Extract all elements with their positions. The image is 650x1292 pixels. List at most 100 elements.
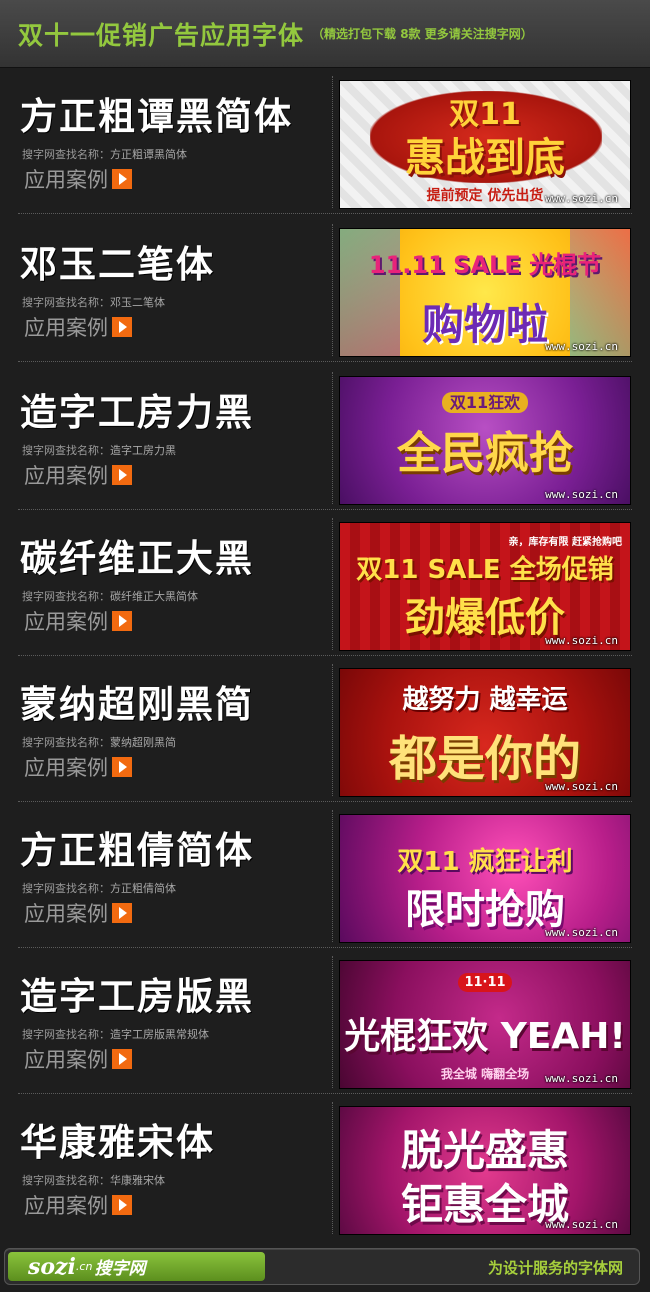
footer-slogan: 为设计服务的字体网 (487, 1259, 623, 1277)
search-name: 搜字网查找名称：蒙纳超刚黑简 (22, 734, 176, 750)
font-row: 造字工房力黑 搜字网查找名称：造字工房力黑 应用案例 双11狂欢 全民疯抢 ww… (0, 364, 650, 510)
case-label: 应用案例 (24, 316, 108, 340)
logo-main: sozi (28, 1253, 76, 1280)
banner-image[interactable]: 11·11 光棍狂欢 YEAH! 我全城 嗨翻全场 www.sozi.cn (339, 960, 631, 1089)
search-name-value: 蒙纳超刚黑简 (110, 736, 176, 749)
banner-note: 亲，库存有限 赶紧抢购吧 (508, 537, 622, 548)
search-name-label: 搜字网查找名称： (22, 1028, 110, 1041)
row-divider (18, 213, 632, 214)
search-name-label: 搜字网查找名称： (22, 296, 110, 309)
case-link[interactable]: 应用案例 (24, 460, 132, 490)
search-name: 搜字网查找名称：方正粗倩简体 (22, 880, 176, 896)
divider (332, 664, 333, 796)
search-name-label: 搜字网查找名称： (22, 882, 110, 895)
banner-image[interactable]: 脱光盛惠 钜惠全城 www.sozi.cn (339, 1106, 631, 1235)
case-label: 应用案例 (24, 1194, 108, 1218)
divider (332, 956, 333, 1088)
play-arrow-icon (112, 903, 132, 923)
search-name-label: 搜字网查找名称： (22, 736, 110, 749)
font-row: 碳纤维正大黑 搜字网查找名称：碳纤维正大黑简体 应用案例 亲，库存有限 赶紧抢购… (0, 510, 650, 656)
search-name-label: 搜字网查找名称： (22, 444, 110, 457)
divider (332, 76, 333, 208)
font-name: 蒙纳超刚黑简 (20, 682, 254, 726)
play-arrow-icon (112, 1195, 132, 1215)
banner-headline: 双11狂欢 (340, 389, 630, 413)
search-name-value: 华康雅宋体 (110, 1174, 165, 1187)
play-arrow-icon (112, 611, 132, 631)
footer: sozi .cn 搜字网 为设计服务的字体网 (4, 1248, 640, 1285)
banner-headline: 11.11 SALE 光棍节 (368, 251, 602, 279)
case-label: 应用案例 (24, 464, 108, 488)
search-name-label: 搜字网查找名称： (22, 1174, 110, 1187)
search-name: 搜字网查找名称：华康雅宋体 (22, 1172, 165, 1188)
search-name-value: 造字工房力黑 (110, 444, 176, 457)
case-link[interactable]: 应用案例 (24, 312, 132, 342)
case-link[interactable]: 应用案例 (24, 1044, 132, 1074)
case-link[interactable]: 应用案例 (24, 752, 132, 782)
font-name: 方正粗谭黑简体 (20, 94, 293, 138)
font-row: 华康雅宋体 搜字网查找名称：华康雅宋体 应用案例 脱光盛惠 钜惠全城 www.s… (0, 1094, 650, 1240)
page-title: 双十一促销广告应用字体 (18, 20, 305, 50)
watermark: www.sozi.cn (545, 1218, 618, 1231)
play-arrow-icon (112, 1049, 132, 1069)
case-link[interactable]: 应用案例 (24, 164, 132, 194)
play-arrow-icon (112, 757, 132, 777)
font-name: 方正粗倩简体 (20, 828, 254, 872)
font-name: 造字工房版黑 (20, 974, 254, 1018)
divider (332, 372, 333, 504)
search-name: 搜字网查找名称：邓玉二笔体 (22, 294, 165, 310)
search-name: 搜字网查找名称：方正粗谭黑简体 (22, 146, 187, 162)
page-subtitle: （精选打包下载 8款 更多请关注搜字网） (312, 27, 533, 41)
banner-image[interactable]: 亲，库存有限 赶紧抢购吧 双11 SALE 全场促销 劲爆低价 www.sozi… (339, 522, 631, 651)
watermark: www.sozi.cn (545, 634, 618, 647)
banner-title: 全民疯抢 (397, 428, 573, 479)
logo-name: 搜字网 (94, 1259, 146, 1279)
font-name: 造字工房力黑 (20, 390, 254, 434)
watermark: www.sozi.cn (545, 192, 618, 205)
case-link[interactable]: 应用案例 (24, 606, 132, 636)
font-name: 华康雅宋体 (20, 1120, 215, 1164)
search-name-label: 搜字网查找名称： (22, 590, 110, 603)
search-name-value: 方正粗倩简体 (110, 882, 176, 895)
case-link[interactable]: 应用案例 (24, 1190, 132, 1220)
banner-title: 都是你的 (388, 731, 581, 787)
case-label: 应用案例 (24, 902, 108, 926)
search-name: 搜字网查找名称：碳纤维正大黑简体 (22, 588, 198, 604)
case-label: 应用案例 (24, 756, 108, 780)
search-name: 搜字网查找名称：造字工房力黑 (22, 442, 176, 458)
banner-headline: 双11 疯狂让利 (397, 847, 573, 877)
banner-image[interactable]: 双11 惠战到底 提前预定 优先出货 www.sozi.cn (339, 80, 631, 209)
divider (332, 224, 333, 356)
divider (332, 810, 333, 942)
banner-image[interactable]: 双11 疯狂让利 限时抢购 www.sozi.cn (339, 814, 631, 943)
banner-title: 惠战到底 (405, 135, 565, 181)
search-name: 搜字网查找名称：造字工房版黑常规体 (22, 1026, 209, 1042)
font-row: 蒙纳超刚黑简 搜字网查找名称：蒙纳超刚黑简 应用案例 越努力 越幸运 都是你的 … (0, 656, 650, 802)
banner-headline: 越努力 越幸运 (402, 685, 568, 715)
search-name-value: 邓玉二笔体 (110, 296, 165, 309)
search-name-value: 方正粗谭黑简体 (110, 148, 187, 161)
watermark: www.sozi.cn (545, 488, 618, 501)
logo-domain: .cn (75, 1260, 93, 1273)
row-divider (18, 361, 632, 362)
banner-image[interactable]: 越努力 越幸运 都是你的 www.sozi.cn (339, 668, 631, 797)
play-arrow-icon (112, 465, 132, 485)
font-row: 方正粗倩简体 搜字网查找名称：方正粗倩简体 应用案例 双11 疯狂让利 限时抢购… (0, 802, 650, 948)
play-arrow-icon (112, 317, 132, 337)
search-name-label: 搜字网查找名称： (22, 148, 110, 161)
banner-title: 光棍狂欢 YEAH! (344, 1016, 626, 1057)
banner-image[interactable]: 11.11 SALE 光棍节 购物啦 www.sozi.cn (339, 228, 631, 357)
banner-headline: 脱光盛惠 (400, 1126, 569, 1175)
watermark: www.sozi.cn (545, 340, 618, 353)
site-logo[interactable]: sozi .cn 搜字网 (8, 1252, 265, 1281)
font-name: 碳纤维正大黑 (20, 536, 254, 580)
search-name-value: 碳纤维正大黑简体 (110, 590, 198, 603)
banner-headline: 双11 SALE 全场促销 (356, 555, 614, 585)
play-arrow-icon (112, 169, 132, 189)
case-label: 应用案例 (24, 168, 108, 192)
font-row: 方正粗谭黑简体 搜字网查找名称：方正粗谭黑简体 应用案例 双11 惠战到底 提前… (0, 68, 650, 214)
case-label: 应用案例 (24, 610, 108, 634)
font-row: 造字工房版黑 搜字网查找名称：造字工房版黑常规体 应用案例 11·11 光棍狂欢… (0, 948, 650, 1094)
case-link[interactable]: 应用案例 (24, 898, 132, 928)
banner-image[interactable]: 双11狂欢 全民疯抢 www.sozi.cn (339, 376, 631, 505)
